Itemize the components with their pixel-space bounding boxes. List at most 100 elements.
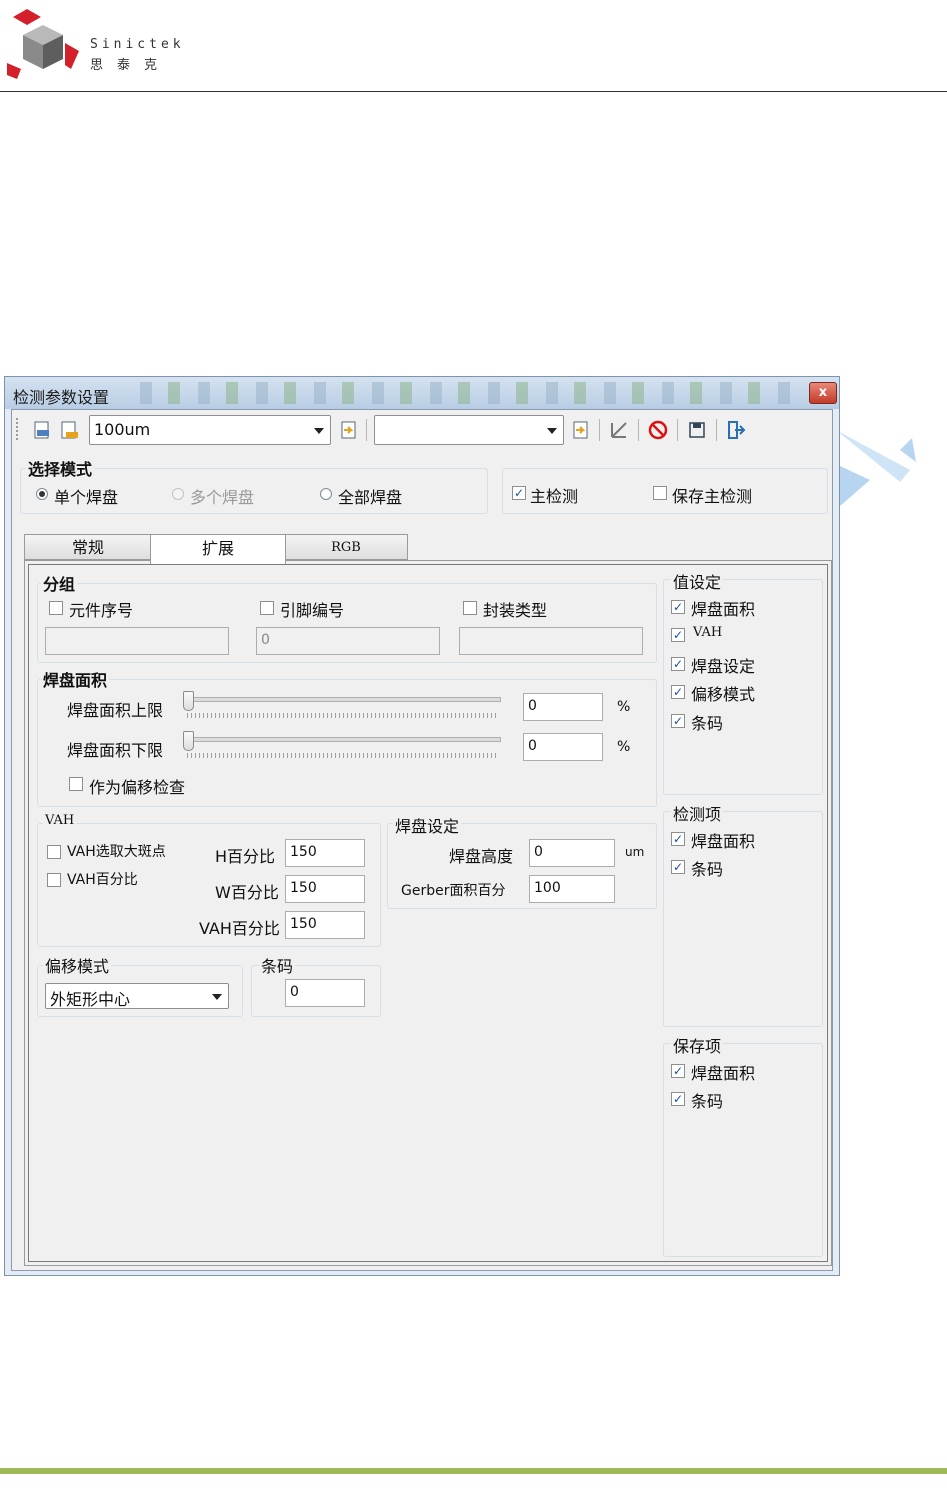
decorative-arrow-icon [830, 410, 940, 524]
brand-name-en: Sinictek [90, 37, 185, 52]
save-pad-area-checkbox[interactable]: ✓ [671, 1064, 685, 1078]
component-index-label[interactable]: 元件序号 [69, 597, 133, 621]
value-pad-setting-checkbox[interactable]: ✓ [671, 657, 685, 671]
pad-area-lower-label: 焊盘面积下限 [67, 741, 164, 760]
save-main-detect-label[interactable]: 保存主检测 [672, 483, 752, 507]
offset-mode-title: 偏移模式 [43, 953, 112, 977]
save-icon[interactable] [687, 420, 707, 440]
tab-page-extended: 分组 元件序号 引脚编号 0 封装类型 焊盘面积 焊盘面积上限 0 % 焊盘面积… [24, 560, 832, 1266]
new-file-icon[interactable] [32, 420, 52, 440]
window-title: 检测参数设置 [13, 388, 110, 407]
toolbar-grip [16, 418, 18, 442]
vah-select-spot-label[interactable]: VAH选取大斑点 [67, 841, 166, 861]
resolution-select[interactable]: 100um [89, 415, 331, 445]
chevron-down-icon [547, 428, 557, 434]
pad-area-upper-slider[interactable] [179, 691, 509, 721]
window-client-area: 100 um 选择模式 单个焊盘 多个焊盘 全部焊盘 ✓ 主检测 保存主检测 常规… [11, 409, 833, 1271]
tab-extended-label: 扩展 [201, 539, 234, 558]
offset-mode-select[interactable]: 外矩形中心 [45, 983, 229, 1009]
pad-area-lower-slider[interactable] [179, 731, 509, 761]
package-type-checkbox[interactable] [463, 601, 477, 615]
value-vah-checkbox[interactable]: ✓ [671, 628, 685, 642]
import-icon[interactable] [571, 420, 591, 440]
pad-area-upper-input[interactable]: 0 [523, 693, 603, 721]
main-detect-label[interactable]: 主检测 [530, 483, 578, 507]
value-pad-area-checkbox[interactable]: ✓ [671, 600, 685, 614]
program-select[interactable] [374, 415, 564, 445]
value-barcode-label[interactable]: 条码 [691, 710, 723, 734]
component-index-field [45, 627, 229, 655]
vah-select-spot-checkbox[interactable] [47, 845, 61, 859]
offset-check-label[interactable]: 作为偏移检查 [89, 774, 185, 798]
w-percent-input[interactable]: 150 [285, 875, 365, 903]
pad-height-unit: um [625, 845, 645, 859]
footer-divider [0, 1468, 947, 1474]
save-barcode-label[interactable]: 条码 [691, 1088, 723, 1112]
detect-items-title: 检测项 [671, 801, 724, 825]
pin-number-field: 0 [256, 627, 440, 655]
pad-height-input[interactable]: 0 [529, 839, 615, 867]
value-pad-area-label[interactable]: 焊盘面积 [691, 596, 755, 620]
detect-pad-area-checkbox[interactable]: ✓ [671, 832, 685, 846]
single-pad-label[interactable]: 单个焊盘 [54, 484, 118, 508]
title-bar-background [140, 382, 800, 404]
value-offset-mode-checkbox[interactable]: ✓ [671, 685, 685, 699]
slider-ticks [187, 753, 499, 758]
offset-check-checkbox[interactable] [69, 777, 83, 791]
value-barcode-checkbox[interactable]: ✓ [671, 714, 685, 728]
offset-mode-value: 外矩形中心 [50, 990, 131, 1009]
package-type-field [459, 627, 643, 655]
gerber-percent-input[interactable]: 100 [529, 875, 615, 903]
value-vah-label[interactable]: VAH [693, 625, 722, 640]
detect-pad-area-label[interactable]: 焊盘面积 [691, 828, 755, 852]
tab-page-frame: 分组 元件序号 引脚编号 0 封装类型 焊盘面积 焊盘面积上限 0 % 焊盘面积… [28, 564, 828, 1262]
save-barcode-checkbox[interactable]: ✓ [671, 1092, 685, 1106]
save-main-detect-checkbox[interactable] [653, 486, 667, 500]
vah-percent-checkbox[interactable] [47, 873, 61, 887]
value-pad-setting-label[interactable]: 焊盘设定 [691, 653, 755, 677]
vah-percent-label[interactable]: VAH百分比 [67, 869, 138, 889]
tab-extended[interactable]: 扩展 [150, 534, 286, 564]
import-icon[interactable] [339, 420, 359, 440]
radio-all-pads[interactable] [320, 488, 332, 500]
pin-number-label[interactable]: 引脚编号 [280, 597, 344, 621]
package-type-label[interactable]: 封装类型 [483, 597, 547, 621]
pad-setting-title: 焊盘设定 [393, 813, 462, 837]
open-file-icon[interactable] [59, 420, 79, 440]
radio-single-pad[interactable] [36, 488, 48, 500]
detect-barcode-label[interactable]: 条码 [691, 856, 723, 880]
pad-area-lower-input[interactable]: 0 [523, 733, 603, 761]
h-percent-label: H百分比 [215, 847, 276, 866]
component-index-checkbox[interactable] [49, 601, 63, 615]
stop-icon[interactable] [648, 420, 668, 440]
brand-name-cn: 思泰克 [90, 58, 172, 73]
barcode-input[interactable]: 0 [285, 979, 365, 1007]
slider-thumb[interactable] [183, 691, 194, 711]
vah-title: VAH [43, 813, 77, 828]
vah-percent-input[interactable]: 150 [285, 911, 365, 939]
h-percent-input[interactable]: 150 [285, 839, 365, 867]
chevron-down-icon [212, 994, 222, 1000]
main-detect-checkbox[interactable]: ✓ [512, 486, 526, 500]
title-bar[interactable]: 检测参数设置 x [5, 377, 839, 409]
value-offset-mode-label[interactable]: 偏移模式 [691, 681, 755, 705]
tab-rgb[interactable]: RGB [284, 534, 408, 560]
pin-number-checkbox[interactable] [260, 601, 274, 615]
save-pad-area-label[interactable]: 焊盘面积 [691, 1060, 755, 1084]
percent-unit: % [617, 739, 631, 755]
toolbar-separator [677, 419, 678, 441]
exit-icon[interactable] [726, 420, 746, 440]
all-pads-label[interactable]: 全部焊盘 [338, 484, 402, 508]
slider-track [185, 737, 501, 742]
resolution-value: 100um [94, 420, 151, 439]
select-mode-title: 选择模式 [26, 456, 95, 480]
grouping-title: 分组 [41, 571, 78, 595]
chart-icon[interactable] [609, 420, 629, 440]
slider-thumb[interactable] [183, 731, 194, 751]
close-button[interactable]: x [809, 382, 837, 404]
slider-ticks [187, 713, 499, 718]
detect-barcode-checkbox[interactable]: ✓ [671, 860, 685, 874]
chevron-down-icon [314, 428, 324, 434]
tab-general[interactable]: 常规 [24, 534, 152, 560]
toolbar-separator [716, 419, 717, 441]
